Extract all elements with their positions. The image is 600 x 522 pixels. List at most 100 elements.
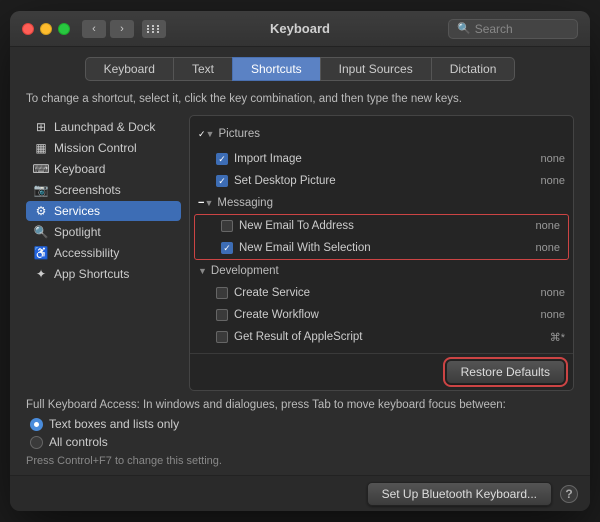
get-result-checkbox[interactable]	[216, 331, 228, 343]
sidebar-item-accessibility[interactable]: ♿ Accessibility	[26, 243, 181, 263]
tab-input-sources[interactable]: Input Sources	[320, 57, 431, 81]
import-image-key: none	[525, 153, 565, 165]
bottom-bar: Set Up Bluetooth Keyboard... ?	[10, 475, 590, 511]
row-set-desktop[interactable]: ✓ Set Desktop Picture none	[190, 170, 573, 192]
grid-button[interactable]	[142, 20, 166, 38]
get-result-label: Get Result of AppleScript	[234, 331, 521, 343]
sidebar-item-launchpad[interactable]: ⊞ Launchpad & Dock	[26, 117, 181, 137]
keyboard-icon: ⌨	[34, 162, 48, 176]
sidebar-item-app-shortcuts[interactable]: ✦ App Shortcuts	[26, 264, 181, 284]
shortcuts-list[interactable]: ✓ ▼ Pictures ✓ Import Image none	[190, 116, 573, 353]
set-desktop-checkbox[interactable]: ✓	[216, 175, 228, 187]
sidebar-item-mission[interactable]: ▦ Mission Control	[26, 138, 181, 158]
check-icon: ✓	[223, 244, 231, 253]
sidebar-label-keyboard: Keyboard	[54, 162, 105, 176]
search-input[interactable]	[475, 22, 569, 36]
row-create-service[interactable]: Create Service none	[190, 282, 573, 304]
section-development[interactable]: ▼ Development	[190, 260, 573, 282]
row-create-workflow[interactable]: Create Workflow none	[190, 304, 573, 326]
row-import-image[interactable]: ✓ Import Image none	[190, 148, 573, 170]
import-image-label: Import Image	[234, 153, 521, 165]
sidebar-label-app-shortcuts: App Shortcuts	[54, 267, 129, 281]
shortcuts-panel: ✓ ▼ Pictures ✓ Import Image none	[189, 115, 574, 391]
search-box[interactable]: 🔍	[448, 19, 578, 39]
close-button[interactable]	[22, 23, 34, 35]
highlight-section: New Email To Address none ✓ New Email Wi…	[194, 214, 569, 260]
nav-buttons: ‹ ›	[82, 20, 166, 38]
create-workflow-key: none	[525, 309, 565, 321]
restore-area: Restore Defaults	[190, 353, 573, 390]
triangle-icon: ▼	[206, 129, 215, 139]
create-service-checkbox[interactable]	[216, 287, 228, 299]
row-new-email-selection[interactable]: ✓ New Email With Selection none	[195, 237, 568, 259]
get-result-key: ⌘*	[525, 331, 565, 344]
pictures-checkbox[interactable]: ✓	[198, 128, 206, 140]
services-icon: ⚙	[34, 204, 48, 218]
sidebar-item-spotlight[interactable]: 🔍 Spotlight	[26, 222, 181, 242]
accessibility-icon: ♿	[34, 246, 48, 260]
radio-all-controls[interactable]: All controls	[30, 435, 574, 449]
launchpad-icon: ⊞	[34, 120, 48, 134]
section-development-label: Development	[211, 265, 279, 277]
titlebar: ‹ › Keyboard 🔍	[10, 11, 590, 47]
tab-text[interactable]: Text	[173, 57, 232, 81]
sidebar-item-services[interactable]: ⚙ Services	[26, 201, 181, 221]
bluetooth-button[interactable]: Set Up Bluetooth Keyboard...	[367, 482, 552, 506]
tabs-bar: Keyboard Text Shortcuts Input Sources Di…	[10, 47, 590, 81]
instruction-text: To change a shortcut, select it, click t…	[26, 91, 574, 107]
radio-text-boxes-label: Text boxes and lists only	[49, 417, 179, 431]
radio-all-controls-label: All controls	[49, 435, 108, 449]
row-new-email-address[interactable]: New Email To Address none	[195, 215, 568, 237]
sidebar-item-screenshots[interactable]: 📷 Screenshots	[26, 180, 181, 200]
help-button[interactable]: ?	[560, 485, 578, 503]
check-icon: ✓	[218, 155, 226, 164]
keyboard-window: ‹ › Keyboard 🔍 Keyboard Text Shortcuts I…	[10, 11, 590, 511]
sidebar-label-services: Services	[54, 204, 100, 218]
tab-dictation[interactable]: Dictation	[431, 57, 516, 81]
check-icon: ✓	[198, 129, 206, 139]
traffic-lights	[22, 23, 70, 35]
minimize-button[interactable]	[40, 23, 52, 35]
radio-group: Text boxes and lists only All controls	[30, 417, 574, 449]
new-email-sel-checkbox[interactable]: ✓	[221, 242, 233, 254]
main-content: To change a shortcut, select it, click t…	[10, 81, 590, 391]
create-service-label: Create Service	[234, 287, 521, 299]
set-desktop-label: Set Desktop Picture	[234, 175, 521, 187]
radio-inner-dot	[34, 422, 39, 427]
window-title: Keyboard	[270, 21, 330, 36]
new-email-sel-key: none	[520, 242, 560, 254]
section-pictures-label: Pictures	[218, 128, 260, 140]
spotlight-icon: 🔍	[34, 225, 48, 239]
radio-text-boxes[interactable]: Text boxes and lists only	[30, 417, 574, 431]
new-email-sel-label: New Email With Selection	[239, 242, 516, 254]
new-email-addr-checkbox[interactable]	[221, 220, 233, 232]
radio-all-controls-circle[interactable]	[30, 436, 43, 449]
sidebar-label-accessibility: Accessibility	[54, 246, 119, 260]
new-email-addr-label: New Email To Address	[239, 220, 516, 232]
ctrl-hint: Press Control+F7 to change this setting.	[26, 455, 574, 467]
check-icon: ✓	[218, 177, 226, 186]
import-image-checkbox[interactable]: ✓	[216, 153, 228, 165]
screenshots-icon: 📷	[34, 183, 48, 197]
sidebar-label-screenshots: Screenshots	[54, 183, 121, 197]
fka-label: Full Keyboard Access: In windows and dia…	[26, 399, 574, 411]
create-workflow-checkbox[interactable]	[216, 309, 228, 321]
triangle-icon: ▼	[198, 266, 207, 276]
radio-text-boxes-circle[interactable]	[30, 418, 43, 431]
section-pictures[interactable]: ✓ ▼ Pictures	[190, 120, 573, 148]
tab-shortcuts[interactable]: Shortcuts	[232, 57, 320, 81]
maximize-button[interactable]	[58, 23, 70, 35]
sidebar-label-mission: Mission Control	[54, 141, 137, 155]
back-button[interactable]: ‹	[82, 20, 106, 38]
section-messaging-label: Messaging	[217, 197, 273, 209]
sidebar-item-keyboard[interactable]: ⌨ Keyboard	[26, 159, 181, 179]
section-messaging[interactable]: − ▼ Messaging	[190, 192, 573, 214]
restore-defaults-button[interactable]: Restore Defaults	[446, 360, 565, 384]
tab-keyboard[interactable]: Keyboard	[85, 57, 173, 81]
mission-icon: ▦	[34, 141, 48, 155]
create-workflow-label: Create Workflow	[234, 309, 521, 321]
fka-section: Full Keyboard Access: In windows and dia…	[10, 391, 590, 475]
row-get-result[interactable]: Get Result of AppleScript ⌘*	[190, 326, 573, 348]
forward-button[interactable]: ›	[110, 20, 134, 38]
triangle-icon: ▼	[204, 198, 213, 208]
